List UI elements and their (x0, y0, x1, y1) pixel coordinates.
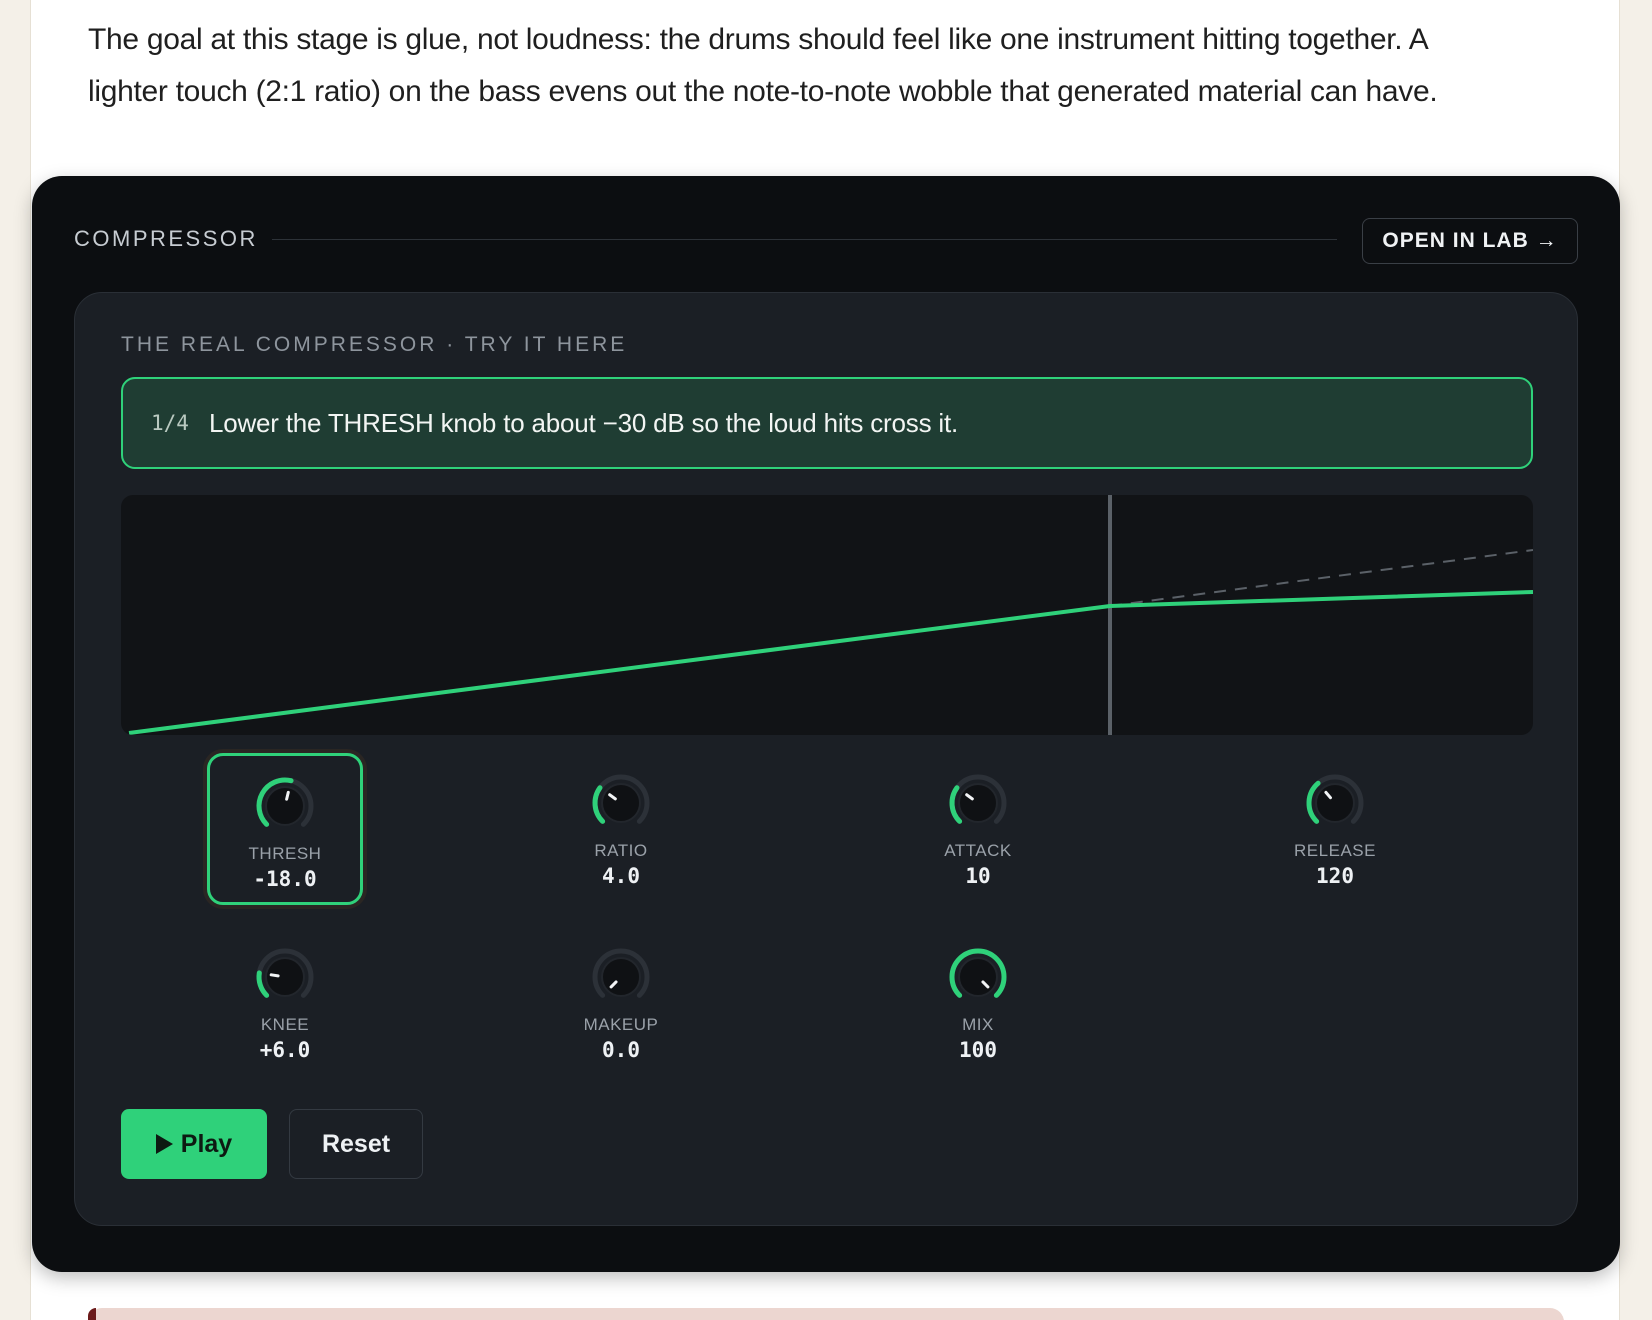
play-button[interactable]: Play (121, 1109, 267, 1179)
step-counter: 1/4 (151, 411, 189, 435)
intro-line-1: The goal at this stage is glue, not loud… (88, 23, 1429, 56)
knob-body (601, 957, 641, 997)
knob-body (601, 783, 641, 823)
knob-label: MIX (962, 1015, 994, 1034)
knob-body (265, 786, 305, 826)
knob-dial-icon[interactable] (253, 774, 317, 838)
knob-value: 120 (1316, 864, 1354, 888)
play-icon (155, 1134, 173, 1154)
knob-value: +6.0 (259, 1038, 311, 1062)
knob-ratio[interactable]: RATIO 4.0 (543, 753, 699, 905)
widget-title: COMPRESSOR (74, 226, 258, 251)
intro-paragraph: The goal at this stage is glue, not loud… (88, 14, 1548, 118)
knob-thresh[interactable]: THRESH -18.0 (207, 753, 363, 905)
knob-dial-icon[interactable] (1303, 771, 1367, 835)
play-label: Play (180, 1129, 233, 1158)
knob-value: 10 (965, 864, 991, 888)
compressor-widget: COMPRESSOR OPEN IN LAB → THE REAL COMPRE… (32, 176, 1620, 1272)
tutorial-step: 1/4 Lower the THRESH knob to about −30 d… (121, 377, 1533, 469)
knob-body (958, 783, 998, 823)
next-section-card (88, 1308, 1564, 1320)
knob-dial-icon[interactable] (589, 945, 653, 1009)
knob-label: KNEE (260, 1015, 310, 1034)
compressor-panel: THE REAL COMPRESSOR · TRY IT HERE 1/4 Lo… (74, 292, 1578, 1226)
compression-curve (128, 590, 1533, 735)
knob-label: RELEASE (1294, 841, 1376, 860)
knob-label: MAKEUP (583, 1015, 659, 1034)
knob-release[interactable]: RELEASE 120 (1257, 753, 1413, 905)
knob-pointer (285, 790, 290, 801)
knob-mix[interactable]: MIX 100 (900, 927, 1056, 1079)
knob-attack[interactable]: ATTACK 10 (900, 753, 1056, 905)
knob-value: 0.0 (602, 1038, 640, 1062)
title-divider (272, 239, 1337, 240)
knob-knee[interactable]: KNEE +6.0 (207, 927, 363, 1079)
knob-body (958, 957, 998, 997)
reset-button[interactable]: Reset (289, 1109, 423, 1179)
transfer-curve-display (121, 495, 1533, 735)
knob-dial-icon[interactable] (253, 945, 317, 1009)
knob-pointer (269, 973, 280, 978)
knob-value: -18.0 (253, 867, 317, 891)
knob-label: ATTACK (944, 841, 1012, 860)
intro-line-2: lighter touch (2:1 ratio) on the bass ev… (88, 75, 1438, 108)
step-instruction: Lower the THRESH knob to about −30 dB so… (208, 407, 959, 438)
knob-value: 100 (959, 1038, 997, 1062)
knob-dial-icon[interactable] (946, 771, 1010, 835)
panel-title: THE REAL COMPRESSOR · TRY IT HERE (121, 333, 628, 356)
knob-value: 4.0 (602, 864, 640, 888)
knob-dial-icon[interactable] (589, 771, 653, 835)
transfer-curve-svg (128, 495, 1533, 735)
open-in-lab-button[interactable]: OPEN IN LAB → (1362, 218, 1578, 264)
knob-dial-icon[interactable] (946, 945, 1010, 1009)
knob-body (1315, 783, 1355, 823)
knob-label: RATIO (594, 841, 648, 860)
knob-label: THRESH (248, 844, 322, 863)
knob-makeup[interactable]: MAKEUP 0.0 (543, 927, 699, 1079)
knob-body (265, 957, 305, 997)
